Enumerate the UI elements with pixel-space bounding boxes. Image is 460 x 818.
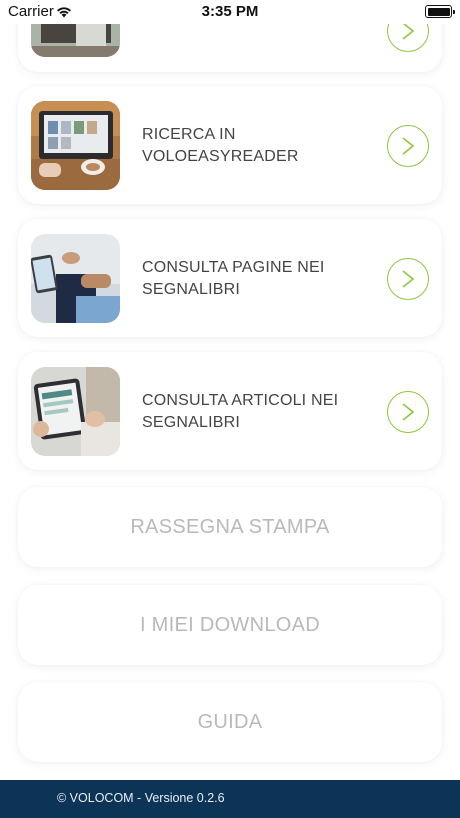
menu-card-ricerca[interactable]: RICERCA IN VOLOEASYREADER (18, 86, 442, 204)
card-label: CONSULTA PAGINE NEI SEGNALIBRI (142, 259, 325, 298)
card-thumbnail-image (31, 101, 120, 190)
rassegna-stampa-button[interactable]: RASSEGNA STAMPA (18, 487, 442, 567)
card-thumbnail-image (31, 367, 120, 456)
chevron-right-icon[interactable] (387, 391, 429, 433)
card-thumbnail-image (31, 234, 120, 323)
status-bar: Carrier 3:35 PM (0, 0, 460, 24)
status-time: 3:35 PM (201, 3, 259, 20)
footer-bar: © VOLOCOM - Versione 0.2.6 (0, 780, 460, 818)
card-label: CONSULTA ARTICOLI NEI SEGNALIBRI (142, 392, 339, 431)
card-label: RICERCA IN VOLOEASYREADER (142, 126, 299, 165)
guida-button[interactable]: GUIDA (18, 682, 442, 762)
menu-card-pagine-segnalibri[interactable]: CONSULTA PAGINE NEI SEGNALIBRI (18, 219, 442, 337)
chevron-right-icon[interactable] (387, 258, 429, 300)
battery-icon (425, 5, 455, 18)
version-text: © VOLOCOM - Versione 0.2.6 (57, 791, 225, 805)
chevron-right-icon[interactable] (387, 125, 429, 167)
menu-card-articoli-segnalibri[interactable]: CONSULTA ARTICOLI NEI SEGNALIBRI (18, 352, 442, 470)
miei-download-button[interactable]: I MIEI DOWNLOAD (18, 585, 442, 665)
